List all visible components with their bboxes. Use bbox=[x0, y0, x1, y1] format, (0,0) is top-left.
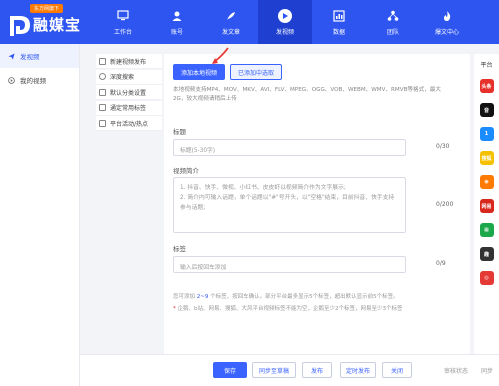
platform-tags-tip-text: 企鹅、b站、网易、搜狐、大风平台视频标签不能为空，企鹅至少2个标签，网易至少3个… bbox=[177, 306, 403, 312]
platform-list: 平台 头条音 1 搜狐 ◉ 网易 ▦ 趣 ◎ bbox=[474, 54, 499, 354]
tag-icon bbox=[99, 104, 106, 111]
submenu-item-new-video[interactable]: 新建视频发布 bbox=[96, 54, 162, 69]
user-icon bbox=[170, 9, 184, 23]
nav-item-videos[interactable]: 发视频 bbox=[258, 0, 312, 44]
submenu-label: 默认分类设置 bbox=[110, 89, 147, 97]
sidebar-item-label: 我的视频 bbox=[20, 77, 46, 85]
platform-icon[interactable]: 音 bbox=[479, 103, 494, 117]
platform-icons: 头条音 1 搜狐 ◉ 网易 ▦ 趣 ◎ bbox=[474, 79, 499, 285]
sync-button[interactable]: 同步 bbox=[476, 362, 498, 378]
tags-counter: 0/9 bbox=[436, 260, 446, 267]
sync-draft-button[interactable]: 同步至草稿 bbox=[252, 362, 296, 378]
platform-list-title: 平台 bbox=[480, 62, 493, 69]
platform-icon[interactable]: 网易 bbox=[479, 199, 494, 213]
nav-item-hot-articles[interactable]: 爆文中心 bbox=[420, 0, 474, 44]
submenu-label: 通定常用标签 bbox=[110, 105, 147, 112]
platform-icon[interactable]: ◉ bbox=[479, 175, 494, 189]
tags-tip-range: 2~9 bbox=[196, 294, 209, 300]
flame-icon bbox=[440, 9, 454, 23]
platform-tags-tip: * 企鹅、b站、网易、搜狐、大风平台视频标签不能为空，企鹅至少2个标签，网易至少… bbox=[173, 304, 403, 312]
video-publish-form: 添加本地视频 已添加中选取 本地视频支持MP4、MOV、MKV、AVI、FLV、… bbox=[164, 47, 470, 354]
nav-label: 发视频 bbox=[275, 28, 294, 36]
play-icon bbox=[278, 8, 292, 23]
search-icon bbox=[99, 73, 106, 80]
sidebar-item-label: 发视频 bbox=[20, 53, 40, 61]
top-navigation-bar: 东方网旗下 融媒宝 工作台 账号 发文章 发视频 数据 团队 爆文中心 bbox=[0, 0, 499, 44]
nav-item-data[interactable]: 数据 bbox=[312, 0, 366, 44]
format-support-note: 本地视频支持MP4、MOV、MKV、AVI、FLV、MPEG、OGG、VOB、W… bbox=[173, 87, 441, 102]
tags-tip-suffix: 个标签，按回车确认。部分平台最多显示5个标签，超出默认显示前5个标签。 bbox=[210, 294, 399, 300]
nav-label: 爆文中心 bbox=[434, 28, 459, 36]
brand-name: 融媒宝 bbox=[33, 16, 82, 34]
submenu-label: 新建视频发布 bbox=[110, 58, 147, 66]
nav-label: 数据 bbox=[332, 28, 345, 36]
action-bar: 保存 同步至草稿 发布 定时发布 关闭 审核状态 同步 bbox=[80, 354, 499, 386]
title-counter: 0/30 bbox=[436, 143, 450, 150]
description-counter: 0/200 bbox=[436, 201, 454, 208]
sidebar: 发视频 我的视频 bbox=[0, 44, 80, 386]
submenu-label: 深度搜索 bbox=[110, 74, 135, 81]
sidebar-item-my-videos[interactable]: 我的视频 bbox=[0, 68, 79, 92]
nav-label: 团队 bbox=[386, 28, 399, 36]
add-local-video-button[interactable]: 添加本地视频 bbox=[173, 64, 225, 80]
document-icon bbox=[99, 57, 106, 65]
submenu-item-deep-search[interactable]: 深度搜索 bbox=[96, 69, 162, 85]
platform-icon[interactable]: 趣 bbox=[479, 247, 494, 261]
tags-tip: 您可添加 2~9 个标签，按回车确认。部分平台最多显示5个标签，超出默认显示前5… bbox=[173, 292, 399, 300]
team-icon bbox=[386, 9, 400, 23]
grid-icon bbox=[99, 88, 106, 96]
required-mark: * bbox=[173, 306, 176, 312]
tags-label: 标签 bbox=[173, 245, 186, 253]
tags-tip-prefix: 您可添加 bbox=[173, 294, 196, 300]
scheduled-publish-button[interactable]: 定时发布 bbox=[340, 362, 376, 378]
platform-icon[interactable]: ▦ bbox=[479, 223, 494, 237]
submenu-label: 平台活动/热点 bbox=[110, 120, 149, 128]
nav-item-articles[interactable]: 发文章 bbox=[204, 0, 258, 44]
main-nav: 工作台 账号 发文章 发视频 数据 团队 爆文中心 bbox=[96, 0, 474, 44]
save-button[interactable]: 保存 bbox=[213, 362, 247, 378]
flag-icon bbox=[99, 119, 106, 127]
nav-item-accounts[interactable]: 账号 bbox=[150, 0, 204, 44]
tags-input[interactable]: 输入后按回车添加 bbox=[173, 256, 406, 273]
pick-existing-video-button[interactable]: 已添加中选取 bbox=[230, 64, 282, 80]
description-hint-1: 1. 抖音、快手、微视、小红书、皮皮虾以视频简介作为文字展示; bbox=[180, 185, 346, 191]
description-hint-2: 2. 简介内可输入话题，单个话题以"#"号开头，以"空格"结束，目前抖音、快手支… bbox=[180, 195, 395, 211]
monitor-icon bbox=[116, 9, 130, 23]
title-label: 标题 bbox=[173, 128, 186, 136]
submenu-item-common-tags[interactable]: 通定常用标签 bbox=[96, 100, 162, 116]
video-circle-icon bbox=[8, 76, 15, 84]
nav-label: 工作台 bbox=[113, 28, 132, 36]
logo-icon bbox=[10, 16, 30, 36]
close-button[interactable]: 关闭 bbox=[382, 362, 412, 378]
nav-label: 账号 bbox=[170, 28, 183, 36]
nav-item-team[interactable]: 团队 bbox=[366, 0, 420, 44]
submenu-item-platform-events[interactable]: 平台活动/热点 bbox=[96, 116, 162, 131]
title-input[interactable]: 标题(5-30字) bbox=[173, 139, 406, 156]
feather-icon bbox=[224, 9, 238, 23]
platform-icon[interactable]: ◎ bbox=[479, 271, 494, 285]
nav-item-workbench[interactable]: 工作台 bbox=[96, 0, 150, 44]
platform-icon[interactable]: 1 bbox=[479, 127, 494, 141]
publish-button[interactable]: 发布 bbox=[302, 362, 332, 378]
platform-icon[interactable]: 头条 bbox=[479, 79, 494, 93]
description-textarea[interactable]: 1. 抖音、快手、微视、小红书、皮皮虾以视频简介作为文字展示; 2. 简介内可输… bbox=[173, 177, 406, 233]
video-submenu: 新建视频发布 深度搜索 默认分类设置 通定常用标签 平台活动/热点 bbox=[96, 54, 162, 132]
nav-label: 发文章 bbox=[221, 28, 240, 36]
chart-icon bbox=[332, 9, 346, 23]
review-status-button[interactable]: 审核状态 bbox=[438, 362, 474, 378]
submenu-item-default-category[interactable]: 默认分类设置 bbox=[96, 85, 162, 100]
platform-icon[interactable]: 搜狐 bbox=[479, 151, 494, 165]
brand-badge: 东方网旗下 bbox=[30, 4, 64, 13]
send-icon bbox=[8, 52, 15, 60]
sidebar-item-publish-video[interactable]: 发视频 bbox=[0, 44, 79, 68]
description-label: 视频简介 bbox=[173, 167, 199, 175]
